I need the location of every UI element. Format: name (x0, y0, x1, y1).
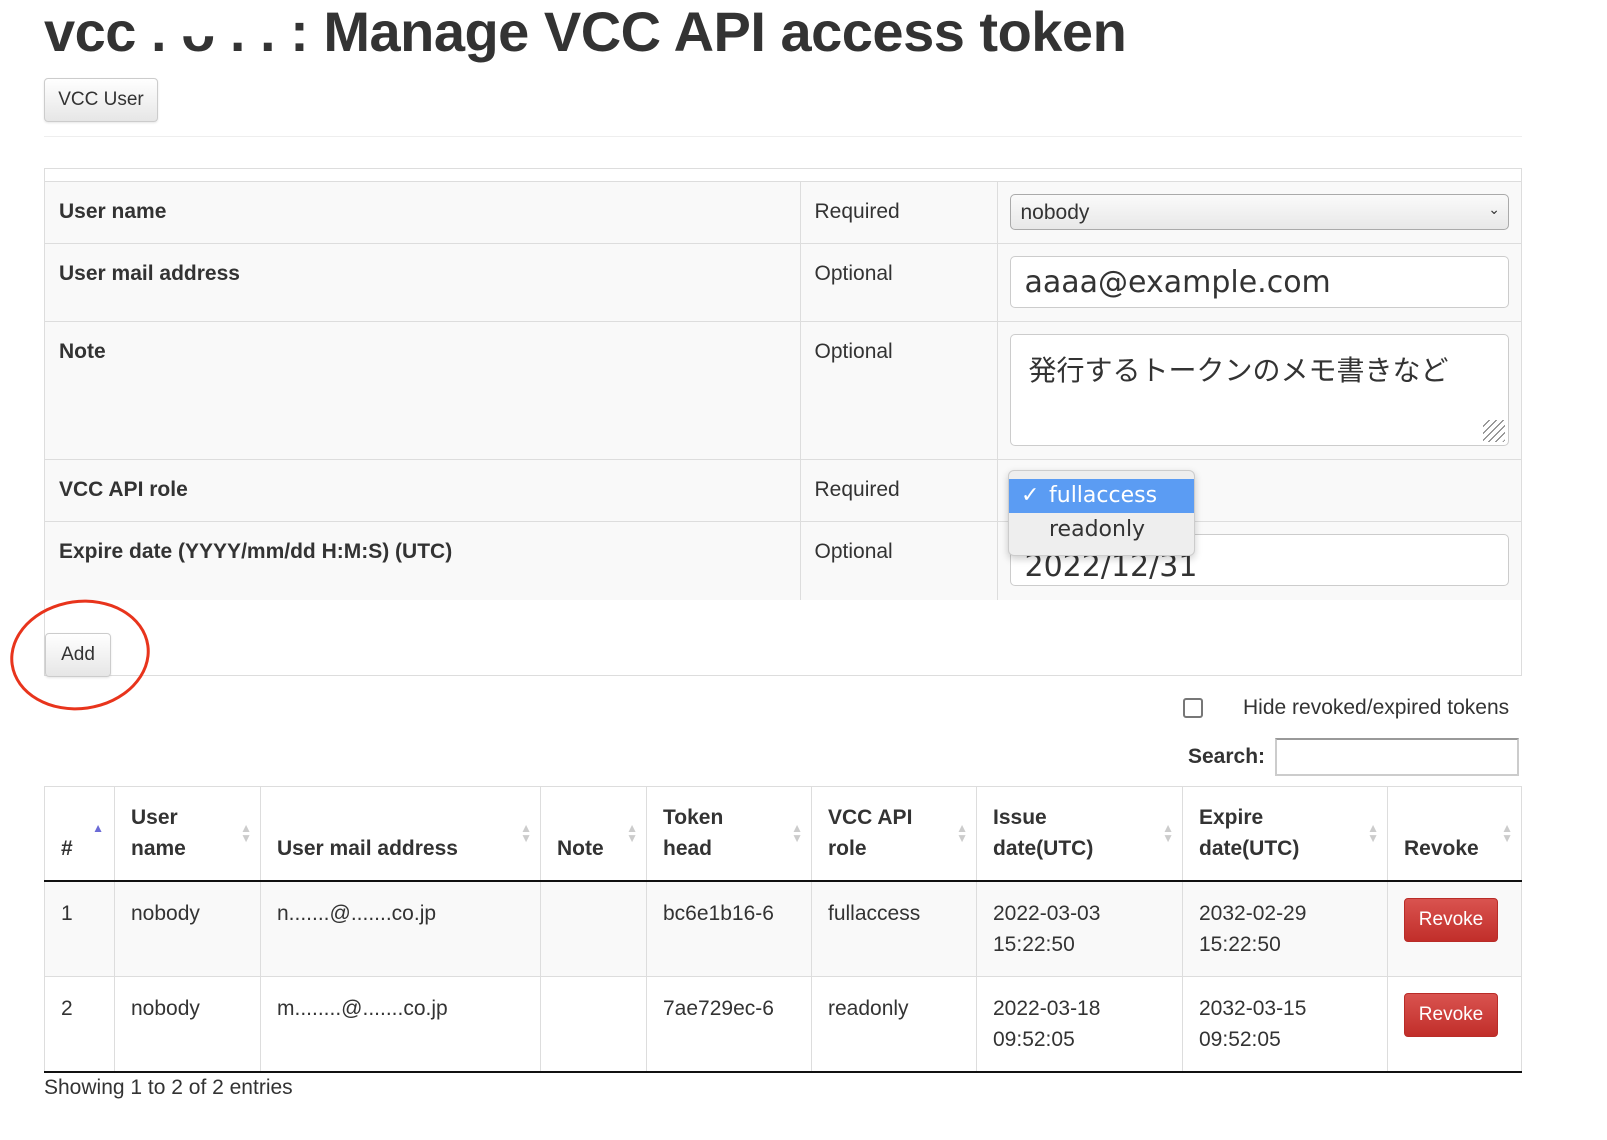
option-label: fullaccess (1049, 483, 1158, 508)
chevron-down-icon: ⌄ (1488, 201, 1500, 217)
option-readonly[interactable]: readonly (1009, 513, 1194, 547)
sort-icon: ▲ ▼ (1367, 821, 1379, 845)
check-icon: ✓ (1021, 483, 1040, 508)
sort-asc-icon: ▲ (92, 821, 104, 835)
sort-icon: ▲ ▼ (1501, 821, 1513, 845)
hide-revoked-checkbox[interactable] (1183, 698, 1203, 718)
note-value: 発行するトークンのメモ書きなど (1028, 355, 1449, 386)
optional-text: Optional (799, 521, 997, 600)
required-text: Required (799, 459, 997, 522)
optional-text: Optional (799, 321, 997, 460)
label-note: Note (45, 321, 800, 460)
resize-handle[interactable] (1483, 420, 1505, 442)
hide-revoked-label: Hide revoked/expired tokens (1243, 696, 1510, 719)
add-token-form: User name Required nobody ⌄ User mail addr… (44, 168, 1522, 677)
required-text: Required (799, 181, 997, 244)
revoke-button[interactable]: Revoke (1404, 992, 1498, 1037)
label-role: VCC API role (45, 459, 800, 522)
label-user-name: User name (45, 181, 800, 244)
sort-icon: ▲ ▼ (791, 821, 803, 845)
label-mail: User mail address (45, 243, 800, 322)
note-textarea[interactable]: 発行するトークンのメモ書きなど (1009, 334, 1509, 446)
table-row: 2 nobody m........@.......co.jp 7ae729ec-6 r… (44, 975, 1522, 1073)
sort-icon: ▲ ▼ (240, 821, 252, 845)
col-mail[interactable]: User mail address ▲ ▼ (260, 786, 541, 882)
tokens-table: # ▲ User name ▲ ▼ User mail address ▲ ▼ Note ▲… (44, 786, 1522, 1073)
sort-icon: ▲ ▼ (626, 821, 638, 845)
search-label: Search: (1188, 745, 1266, 768)
sort-icon: ▲ ▼ (1162, 821, 1174, 845)
user-name-select[interactable]: nobody ⌄ (1009, 194, 1509, 230)
col-revoke[interactable]: Revoke ▲ ▼ (1387, 786, 1522, 882)
col-role[interactable]: VCC API role ▲ ▼ (811, 786, 977, 882)
selected-value: nobody (1020, 201, 1090, 224)
col-number[interactable]: # ▲ (44, 786, 115, 882)
table-info: Showing 1 to 2 of 2 entries (44, 1076, 293, 1099)
vcc-user-button[interactable]: VCC User (44, 78, 158, 122)
divider (44, 136, 1522, 137)
role-dropdown[interactable]: ✓ fullaccess readonly (1008, 470, 1195, 556)
label-expire: Expire date (YYYY/mm/dd H:M:S) (UTC) (45, 521, 800, 600)
col-token-head[interactable]: Token head ▲ ▼ (646, 786, 812, 882)
revoke-button[interactable]: Revoke (1404, 897, 1498, 942)
sort-icon: ▲ ▼ (520, 821, 532, 845)
search-input[interactable] (1275, 738, 1520, 776)
option-fullaccess[interactable]: ✓ fullaccess (1009, 479, 1194, 513)
table-row: 1 nobody n.......@.......co.jp bc6e1b16-6 fu… (44, 880, 1522, 976)
col-user-name[interactable]: User name ▲ ▼ (114, 786, 261, 882)
sort-icon: ▲ ▼ (956, 821, 968, 845)
optional-text: Optional (799, 243, 997, 322)
page-title: vcc . ᴗ . . : Manage VCC API access toke… (44, 0, 1127, 63)
option-label: readonly (1049, 517, 1146, 542)
col-issue-date[interactable]: Issue date(UTC) ▲ ▼ (976, 786, 1183, 882)
col-expire-date[interactable]: Expire date(UTC) ▲ ▼ (1182, 786, 1388, 882)
mail-input[interactable]: aaaa@example.com (1009, 256, 1509, 308)
col-note[interactable]: Note ▲ ▼ (540, 786, 647, 882)
